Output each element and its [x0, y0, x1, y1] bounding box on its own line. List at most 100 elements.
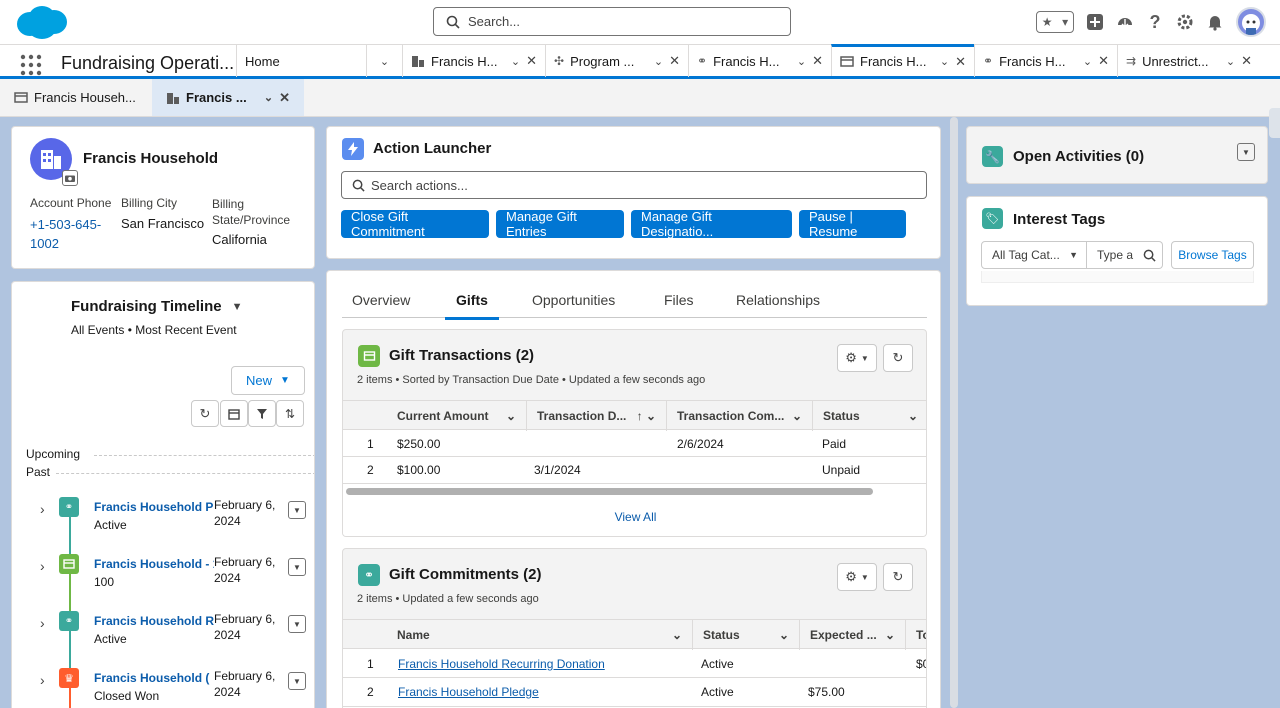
close-icon[interactable]: ✕ [669, 53, 680, 69]
refresh-button[interactable]: ↻ [191, 400, 219, 427]
sort-button[interactable]: ⇅ [276, 400, 304, 427]
tab-opportunities[interactable]: Opportunities [532, 292, 615, 308]
user-avatar[interactable] [1236, 7, 1266, 37]
refresh-button[interactable]: ↻ [883, 563, 913, 591]
timeline-item-title[interactable]: Francis Household Pl [94, 500, 214, 514]
tab-program[interactable]: ✣ Program ... ⌄ ✕ [545, 45, 688, 77]
chevron-down-icon[interactable]: ⌄ [1226, 55, 1235, 68]
manage-gift-entries-button[interactable]: Manage Gift Entries [496, 209, 624, 239]
gift-commitments-title[interactable]: Gift Commitments (2) [389, 566, 542, 583]
subtab-francis-active[interactable]: Francis ... ⌄ ✕ [152, 79, 304, 116]
refresh-button[interactable]: ↻ [883, 344, 913, 372]
global-search-input[interactable]: Search... [433, 7, 791, 36]
table-row[interactable]: 1 $250.00 2/6/2024 Paid [343, 430, 926, 457]
account-highlights-card: Francis Household Account Phone +1-503-6… [11, 126, 315, 269]
item-actions-dropdown[interactable]: ▼ [288, 615, 306, 633]
tab-francis-household-4[interactable]: ⚭ Francis H... ⌄ ✕ [974, 45, 1117, 77]
tag-category-select[interactable]: All Tag Cat... ▼ [981, 241, 1087, 269]
item-actions-dropdown[interactable]: ▼ [288, 501, 306, 519]
tab-gifts[interactable]: Gifts [445, 292, 499, 320]
tab-files[interactable]: Files [664, 292, 694, 308]
favorites-button[interactable]: ★ ▾ [1036, 11, 1074, 33]
chevron-down-icon[interactable]: ⌄ [264, 91, 273, 104]
table-row[interactable]: 1 Francis Household Recurring Donation A… [343, 649, 926, 678]
tag-search-input[interactable]: Type a [1087, 241, 1163, 269]
tab-francis-household-3[interactable]: Francis H... ⌄ ✕ [831, 44, 974, 76]
account-phone-link[interactable]: +1-503-645-1002 [30, 215, 115, 253]
column-header-status[interactable]: Status ⌄ [813, 401, 926, 431]
open-activities-title[interactable]: Open Activities (0) [1013, 148, 1144, 165]
tab-francis-household-2[interactable]: ⚭ Francis H... ⌄ ✕ [688, 45, 831, 77]
header-label: Current Amount [397, 409, 489, 423]
camera-icon[interactable] [62, 170, 78, 186]
chevron-down-icon[interactable]: ⌄ [940, 55, 949, 68]
tab-relationships[interactable]: Relationships [736, 292, 820, 308]
column-header-total[interactable]: To [906, 620, 926, 650]
column-header-current-amount[interactable]: Current Amount ⌄ [387, 401, 527, 431]
commitment-name-link[interactable]: Francis Household Pledge [398, 685, 539, 699]
close-icon[interactable]: ✕ [812, 53, 823, 69]
list-settings-button[interactable]: ⚙ ▼ [837, 344, 877, 372]
chevron-down-icon[interactable]: ⌄ [1083, 55, 1092, 68]
subtab-francis-household[interactable]: Francis Househ... [0, 79, 152, 116]
browse-tags-button[interactable]: Browse Tags [1171, 241, 1254, 269]
global-actions-icon[interactable] [1086, 13, 1104, 31]
chevron-down-icon[interactable]: ⌄ [797, 55, 806, 68]
record-detail-card: Overview Gifts Opportunities Files Relat… [326, 270, 941, 708]
search-actions-input[interactable]: Search actions... [341, 171, 927, 199]
pause-resume-button[interactable]: Pause | Resume [799, 209, 906, 239]
nav-more-dropdown[interactable]: ⌄ [366, 45, 402, 77]
trailhead-icon[interactable] [1116, 13, 1134, 31]
timeline-item-title[interactable]: Francis Household Recu [94, 614, 214, 628]
field-label-state: Billing State/Province [212, 197, 291, 227]
close-icon[interactable]: ✕ [1098, 53, 1109, 69]
manage-gift-designations-button[interactable]: Manage Gift Designatio... [631, 209, 792, 239]
timeline-title[interactable]: Fundraising Timeline ▼ [71, 298, 242, 315]
tab-francis-household-1[interactable]: Francis H... ⌄ ✕ [402, 45, 545, 77]
date-filter-button[interactable] [220, 400, 248, 427]
column-header-transaction-due[interactable]: Transaction D... ↑ ⌄ [527, 401, 667, 431]
help-icon[interactable]: ? [1146, 12, 1164, 32]
chevron-down-icon[interactable]: ⌄ [511, 55, 520, 68]
close-gift-commitment-button[interactable]: Close Gift Commitment [341, 209, 489, 239]
salesforce-logo-icon[interactable] [14, 4, 68, 40]
chevron-right-icon[interactable]: › [40, 672, 45, 688]
tab-unrestricted[interactable]: ⇉ Unrestrict... ⌄ ✕ [1117, 45, 1260, 77]
chevron-right-icon[interactable]: › [40, 501, 45, 517]
item-actions-dropdown[interactable]: ▼ [288, 558, 306, 576]
table-row[interactable]: 2 $100.00 3/1/2024 Unpaid [343, 457, 926, 484]
column-header-name[interactable]: Name ⌄ [387, 620, 693, 650]
timeline-item-title[interactable]: Francis Household ( [94, 671, 214, 685]
notifications-bell-icon[interactable] [1206, 13, 1224, 31]
tag-category-value: All Tag Cat... [992, 248, 1060, 262]
timeline-item-title[interactable]: Francis Household - 100 [94, 557, 214, 571]
utility-panel-toggle[interactable] [1269, 108, 1280, 138]
filter-button[interactable] [248, 400, 276, 427]
tab-home[interactable]: Home [236, 45, 366, 77]
close-icon[interactable]: ✕ [955, 54, 966, 70]
app-name: Fundraising Operati... [61, 53, 235, 73]
activities-dropdown[interactable]: ▼ [1237, 143, 1255, 161]
list-settings-button[interactable]: ⚙ ▼ [837, 563, 877, 591]
chevron-right-icon[interactable]: › [40, 558, 45, 574]
close-icon[interactable]: ✕ [526, 53, 537, 69]
close-icon[interactable]: ✕ [1241, 53, 1252, 69]
table-row[interactable]: 2 Francis Household Pledge Active $75.00 [343, 678, 926, 707]
timeline-new-button[interactable]: New ▼ [231, 366, 305, 395]
commitment-name-link[interactable]: Francis Household Recurring Donation [398, 657, 605, 671]
chevron-right-icon[interactable]: › [40, 615, 45, 631]
close-icon[interactable]: ✕ [279, 90, 290, 106]
item-actions-dropdown[interactable]: ▼ [288, 672, 306, 690]
main-scrollbar[interactable] [950, 117, 958, 708]
column-header-transaction-completed[interactable]: Transaction Com... ⌄ [667, 401, 813, 431]
view-all-link[interactable]: View All [343, 510, 926, 524]
table-header: Current Amount ⌄ Transaction D... ↑ ⌄ Tran… [343, 400, 926, 431]
horizontal-scrollbar[interactable] [346, 488, 873, 495]
setup-gear-icon[interactable] [1176, 13, 1194, 31]
chevron-down-icon[interactable]: ⌄ [654, 55, 663, 68]
gift-transactions-title[interactable]: Gift Transactions (2) [389, 347, 534, 364]
app-launcher-waffle-icon[interactable] [20, 54, 42, 76]
tab-overview[interactable]: Overview [352, 292, 410, 308]
column-header-expected[interactable]: Expected ... ⌄ [800, 620, 906, 650]
column-header-status[interactable]: Status ⌄ [693, 620, 800, 650]
